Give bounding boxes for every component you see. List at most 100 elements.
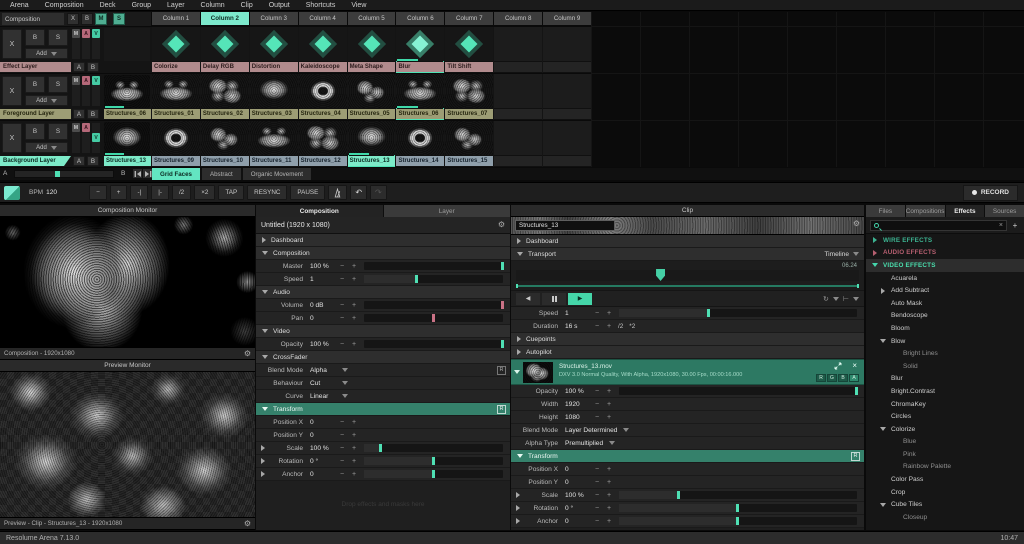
- empty-clip-slot[interactable]: [543, 27, 591, 73]
- increment-button[interactable]: +: [603, 414, 615, 421]
- layer-crossfade-a-button[interactable]: A: [73, 62, 85, 72]
- clear-search-icon[interactable]: ×: [999, 222, 1003, 229]
- fader-lane-m[interactable]: M: [72, 76, 80, 106]
- increment-button[interactable]: +: [603, 388, 615, 395]
- fader-lane-a[interactable]: A: [82, 76, 90, 106]
- effect-item-acuarela[interactable]: Acuarela: [866, 272, 1024, 285]
- layer-crossfade-b-button[interactable]: B: [87, 156, 99, 166]
- increment-button[interactable]: +: [603, 466, 615, 473]
- section-header-transform[interactable]: TransformR: [511, 450, 864, 463]
- param-extra-button[interactable]: *2: [629, 323, 635, 330]
- expand-arrow-icon[interactable]: [261, 471, 265, 477]
- decrement-button[interactable]: −: [591, 492, 603, 499]
- decrement-button[interactable]: −: [336, 302, 348, 309]
- increment-button[interactable]: +: [603, 518, 615, 525]
- effect-item-auto-mask[interactable]: Auto Mask: [866, 297, 1024, 310]
- gear-icon[interactable]: ⚙: [853, 220, 860, 228]
- clip-name-label[interactable]: Structures_02: [201, 109, 249, 119]
- increment-button[interactable]: +: [348, 341, 360, 348]
- effect-item-video-effects[interactable]: VIDEO EFFECTS: [866, 259, 1024, 272]
- metronome-button[interactable]: [328, 185, 347, 200]
- search-box[interactable]: ×: [870, 220, 1007, 231]
- collapse-arrow-icon[interactable]: [880, 503, 886, 507]
- section-header-crossfader[interactable]: CrossFader: [256, 351, 510, 364]
- param-value[interactable]: 100 %: [310, 341, 336, 348]
- relative-param-button[interactable]: R: [851, 452, 860, 461]
- relative-param-button[interactable]: R: [497, 405, 506, 414]
- layer-bypass-button[interactable]: B: [25, 123, 45, 140]
- close-icon[interactable]: ×: [852, 361, 857, 370]
- section-header-composition[interactable]: Composition: [256, 247, 510, 260]
- deck-tab-organic-movement[interactable]: Organic Movement: [243, 168, 311, 180]
- clip-name-label[interactable]: Colorize: [152, 62, 200, 72]
- section-header-transform[interactable]: TransformR: [256, 403, 510, 416]
- crossfader-track[interactable]: [14, 170, 114, 178]
- active-clip-name-label[interactable]: Structures_06: [104, 109, 151, 119]
- increment-button[interactable]: +: [348, 471, 360, 478]
- channel-g-button[interactable]: G: [827, 374, 837, 382]
- clip-cell-structures-09[interactable]: Structures_09: [152, 121, 200, 167]
- column-header-7[interactable]: Column 7: [445, 12, 493, 25]
- collapse-arrow-icon[interactable]: [872, 263, 878, 267]
- param-slider[interactable]: [364, 444, 503, 452]
- layer-video-toggle[interactable]: V: [92, 76, 100, 85]
- dropdown-caret-icon[interactable]: [853, 297, 859, 301]
- toolbar-bpm-decrease-button[interactable]: −: [89, 185, 107, 200]
- column-header-4[interactable]: Column 4: [299, 12, 347, 25]
- fader-lane-v[interactable]: V: [92, 123, 100, 153]
- expand-arrow-icon[interactable]: [516, 518, 520, 524]
- param-value[interactable]: Layer Determined: [565, 427, 617, 434]
- param-value[interactable]: 1920: [565, 401, 591, 408]
- layer-master-toggle[interactable]: M: [72, 29, 80, 38]
- layer-bypass-button[interactable]: B: [25, 76, 45, 93]
- increment-button[interactable]: +: [603, 401, 615, 408]
- clip-cell-structures-13[interactable]: Structures_13: [348, 121, 396, 167]
- collapse-arrow-icon[interactable]: [880, 339, 886, 343]
- clip-name-label[interactable]: Structures_06: [396, 109, 444, 119]
- increment-button[interactable]: +: [348, 432, 360, 439]
- decrement-button[interactable]: −: [336, 419, 348, 426]
- decrement-button[interactable]: −: [591, 323, 603, 330]
- toolbar-resync-button[interactable]: RESYNC: [247, 185, 287, 200]
- param-value[interactable]: 16 s: [565, 323, 591, 330]
- channel-a-button[interactable]: A: [849, 374, 859, 382]
- effect-item-bendoscope[interactable]: Bendoscope: [866, 310, 1024, 323]
- layer-master-toggle[interactable]: M: [72, 76, 80, 85]
- param-value[interactable]: 100 %: [310, 445, 336, 452]
- column-header-2[interactable]: Column 2: [201, 12, 249, 25]
- increment-button[interactable]: +: [603, 505, 615, 512]
- layer-crossfade-b-button[interactable]: B: [87, 62, 99, 72]
- param-slider[interactable]: [619, 517, 857, 525]
- param-value[interactable]: 1080: [565, 414, 591, 421]
- param-slider[interactable]: [364, 275, 503, 283]
- layer-audio-toggle[interactable]: A: [82, 123, 90, 132]
- fader-lane-v[interactable]: V: [92, 76, 100, 106]
- increment-button[interactable]: +: [603, 323, 615, 330]
- tab-effects[interactable]: Effects: [946, 205, 985, 217]
- increment-button[interactable]: +: [348, 263, 360, 270]
- gear-icon[interactable]: ⚙: [244, 520, 251, 528]
- timeline-track[interactable]: [516, 270, 859, 281]
- clip-cell-tilt-shift[interactable]: Tilt Shift: [445, 27, 493, 73]
- clip-name-label[interactable]: Structures_14: [396, 156, 444, 166]
- param-slider[interactable]: [364, 262, 503, 270]
- tab-composition[interactable]: Composition: [256, 205, 383, 217]
- expand-arrow-icon[interactable]: [873, 250, 877, 256]
- param-value[interactable]: 1: [310, 276, 336, 283]
- menu-column[interactable]: Column: [201, 2, 225, 9]
- dropdown-caret-icon[interactable]: [623, 428, 629, 432]
- param-value[interactable]: 100 %: [565, 388, 591, 395]
- clip-cell-structures-03[interactable]: Structures_03: [250, 74, 298, 120]
- clip-name-label[interactable]: Structures_12: [299, 156, 347, 166]
- layer-active-clip-thumb[interactable]: [104, 75, 150, 108]
- effect-item-crop[interactable]: Crop: [866, 486, 1024, 499]
- effect-item-bright-lines[interactable]: Bright Lines: [866, 347, 1024, 360]
- play-direction-icon[interactable]: ⊢: [843, 295, 849, 303]
- menu-clip[interactable]: Clip: [241, 2, 253, 9]
- clip-cell-delay-rgb[interactable]: Delay RGB: [201, 27, 249, 73]
- menu-arena[interactable]: Arena: [10, 2, 29, 9]
- layer-close-button[interactable]: X: [2, 29, 22, 59]
- layer-solo-button[interactable]: S: [48, 76, 68, 93]
- effect-item-blur[interactable]: Blur: [866, 373, 1024, 386]
- layer-name-label[interactable]: Effect Layer: [0, 62, 71, 72]
